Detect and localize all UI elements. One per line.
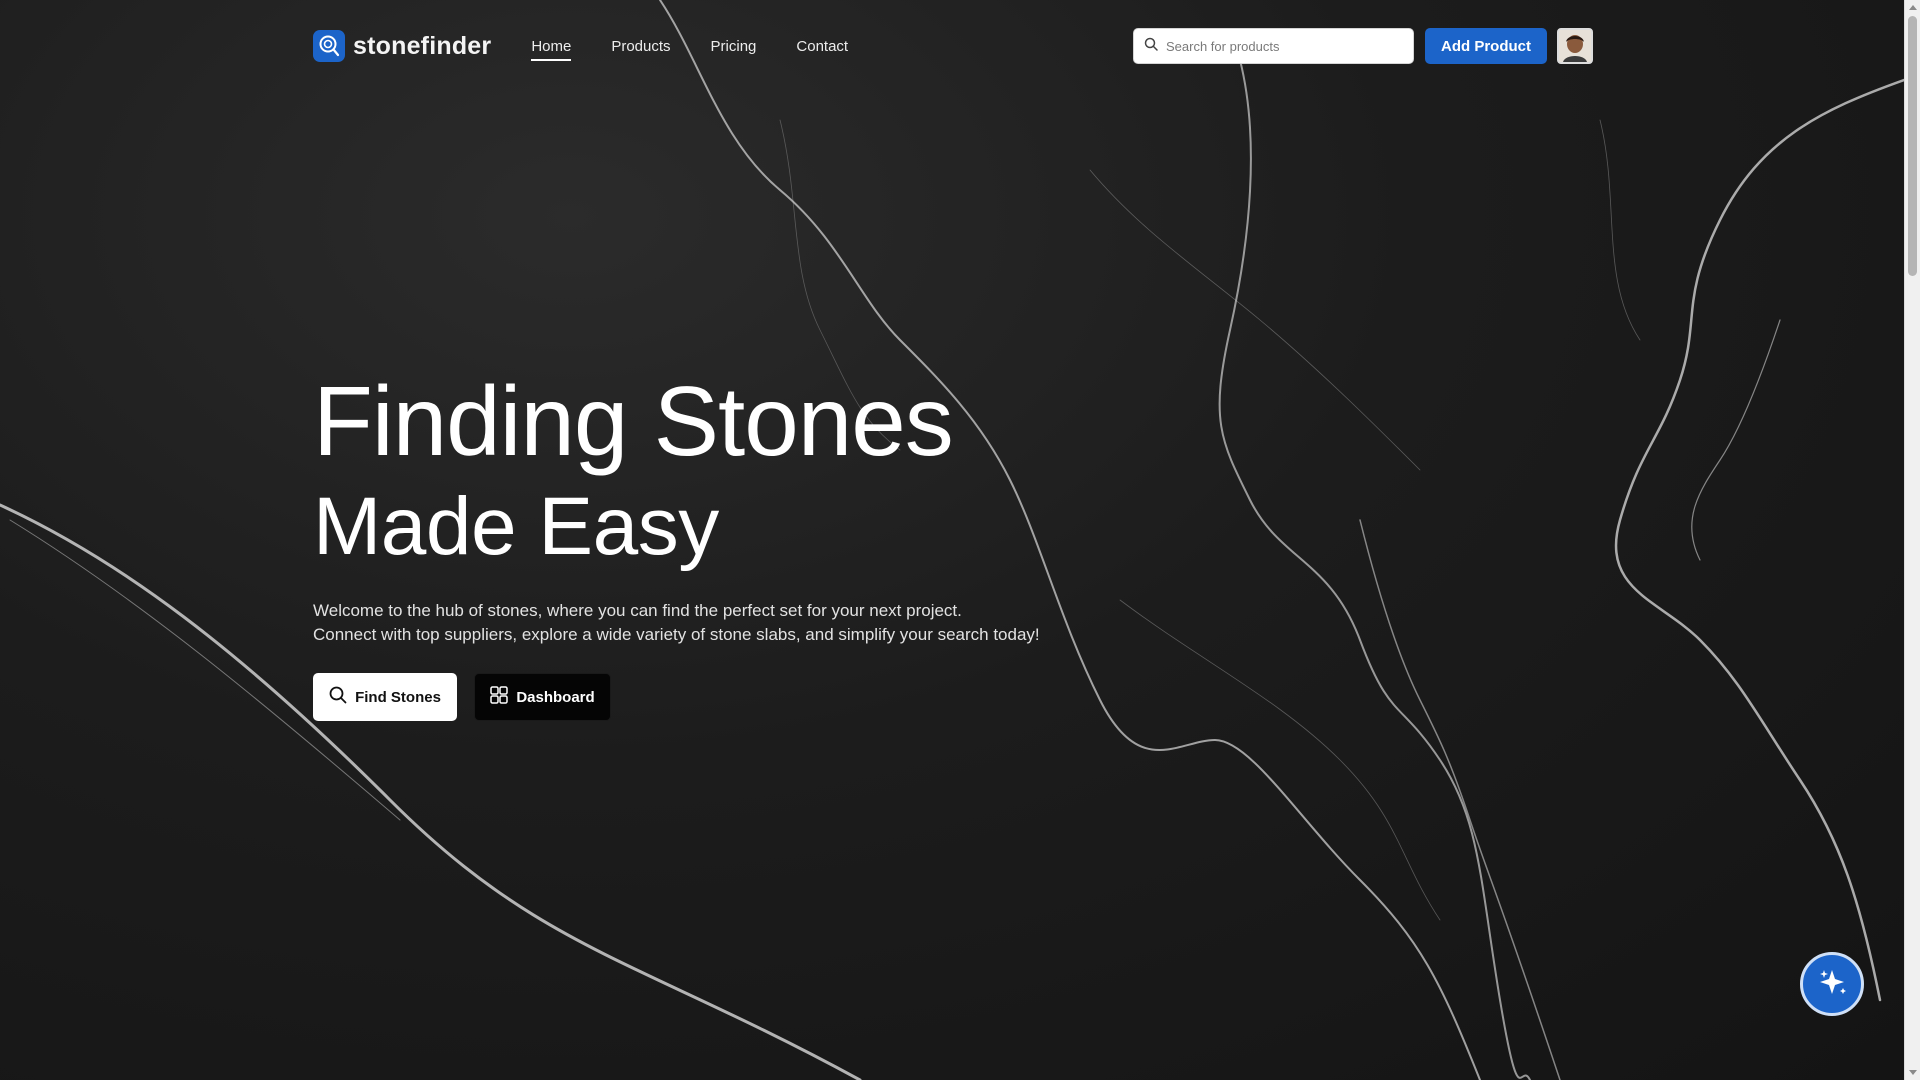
hero-section: Finding Stones Made Easy Welcome to the … xyxy=(313,365,1213,721)
hero-description: Welcome to the hub of stones, where you … xyxy=(313,599,1213,647)
grid-icon xyxy=(490,686,509,708)
hero-title-line2: Made Easy xyxy=(313,481,719,572)
sparkle-icon xyxy=(1812,962,1852,1007)
hero-title-line1: Finding Stones xyxy=(313,366,954,476)
search-stone-icon xyxy=(313,30,345,62)
hero-description-line2: Connect with top suppliers, explore a wi… xyxy=(313,625,1040,644)
nav-item-products[interactable]: Products xyxy=(611,32,670,61)
nav-item-home[interactable]: Home xyxy=(531,32,572,61)
main-nav: Home Products Pricing Contact xyxy=(531,26,848,66)
scroll-up-arrow-icon[interactable] xyxy=(1909,5,1917,10)
search-icon xyxy=(1144,37,1158,56)
dashboard-button[interactable]: Dashboard xyxy=(474,673,611,721)
page-scrollbar[interactable] xyxy=(1904,0,1920,1080)
nav-item-contact[interactable]: Contact xyxy=(796,32,848,61)
find-stones-label: Find Stones xyxy=(355,688,441,706)
search-box[interactable] xyxy=(1133,28,1414,64)
scroll-down-arrow-icon[interactable] xyxy=(1909,1070,1917,1075)
brand-logo[interactable]: stonefinder xyxy=(313,30,491,62)
add-product-button[interactable]: Add Product xyxy=(1425,28,1547,64)
nav-item-pricing[interactable]: Pricing xyxy=(711,32,757,61)
avatar[interactable] xyxy=(1557,28,1593,64)
assistant-fab-button[interactable] xyxy=(1800,952,1864,1016)
brand-name: stonefinder xyxy=(353,31,492,60)
hero-actions: Find Stones Dashboard xyxy=(313,673,1213,721)
scrollbar-thumb[interactable] xyxy=(1908,16,1917,276)
search-input[interactable] xyxy=(1166,38,1403,54)
find-stones-button[interactable]: Find Stones xyxy=(313,673,457,721)
site-header: stonefinder Home Products Pricing Contac… xyxy=(313,26,1593,66)
search-icon xyxy=(329,686,347,708)
hero-description-line1: Welcome to the hub of stones, where you … xyxy=(313,601,962,620)
dashboard-label: Dashboard xyxy=(516,688,595,706)
